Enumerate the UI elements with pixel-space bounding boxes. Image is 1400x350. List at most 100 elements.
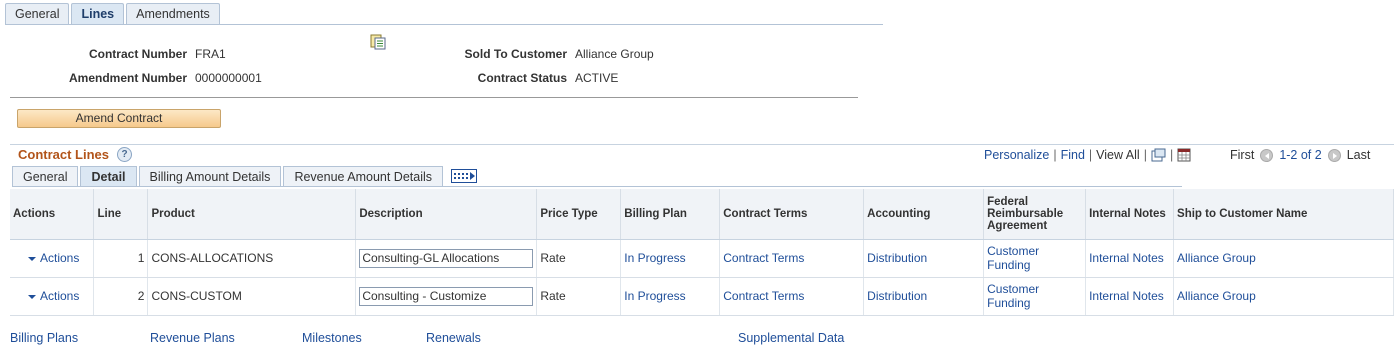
supplemental-data-link[interactable]: Supplemental Data (738, 331, 844, 345)
distribution-link[interactable]: Distribution (867, 289, 927, 303)
amendment-number-value: 0000000001 (195, 71, 262, 85)
customer-funding-link[interactable]: Customer Funding (987, 244, 1039, 272)
sold-to-value: Alliance Group (575, 47, 654, 61)
billing-plan-cell: In Progress (620, 239, 721, 278)
billing-plan-link[interactable]: In Progress (624, 289, 685, 303)
internal-notes-cell: Internal Notes (1085, 277, 1175, 316)
milestones-link[interactable]: Milestones (302, 331, 362, 345)
view-all-link[interactable]: View All (1096, 148, 1140, 162)
billing-plan-link[interactable]: In Progress (624, 251, 685, 265)
contract-terms-cell: Contract Terms (719, 277, 865, 316)
actions-label[interactable]: Actions (40, 289, 79, 303)
grid-header-row: Actions Line Product Description Price T… (10, 189, 1394, 240)
contract-status-label: Contract Status (477, 71, 567, 85)
contract-terms-link[interactable]: Contract Terms (723, 289, 804, 303)
grid-tab-underline (12, 186, 1182, 187)
chevron-down-icon (28, 256, 36, 261)
accounting-cell: Distribution (863, 277, 985, 316)
product-cell: CONS-CUSTOM (147, 277, 357, 316)
grid-tab-billing-amount[interactable]: Billing Amount Details (138, 166, 282, 187)
description-cell (355, 277, 538, 316)
customer-funding-link[interactable]: Customer Funding (987, 282, 1039, 310)
renewals-link[interactable]: Renewals (426, 331, 481, 345)
ship-to-link[interactable]: Alliance Group (1177, 251, 1256, 265)
nav-separator: | (1169, 148, 1174, 162)
grid-tab-general[interactable]: General (12, 166, 79, 187)
internal-notes-cell: Internal Notes (1085, 239, 1175, 278)
internal-notes-link[interactable]: Internal Notes (1089, 251, 1164, 265)
amendment-number-label: Amendment Number (68, 71, 187, 85)
tab-lines[interactable]: Lines (71, 3, 125, 24)
nav-separator: | (1088, 148, 1093, 162)
grid-tab-revenue-amount[interactable]: Revenue Amount Details (283, 166, 444, 187)
revenue-plans-link[interactable]: Revenue Plans (150, 331, 235, 345)
col-billing-plan: Billing Plan (620, 189, 721, 240)
grid-tab-bar: General Detail Billing Amount Details Re… (12, 166, 478, 187)
nav-separator: | (1143, 148, 1147, 162)
grid-title: Contract Lines (18, 147, 110, 162)
federal-cell: Customer Funding (983, 239, 1087, 278)
header-divider (10, 97, 858, 98)
billing-plans-link[interactable]: Billing Plans (10, 331, 78, 345)
chevron-down-icon (28, 294, 36, 299)
tab-underline (5, 24, 883, 25)
contract-number-label: Contract Number (88, 47, 187, 61)
col-product: Product (147, 189, 357, 240)
col-accounting: Accounting (863, 189, 985, 240)
last-label[interactable]: Last (1347, 148, 1371, 162)
tab-general[interactable]: General (5, 3, 70, 24)
contract-number-value: FRA1 (195, 47, 226, 61)
table-row: Actions 2 CONS-CUSTOM Rate In Progress C… (10, 277, 1394, 316)
show-all-columns-icon[interactable] (451, 169, 478, 183)
help-icon[interactable]: ? (117, 147, 132, 162)
price-type-cell: Rate (536, 239, 622, 278)
amend-contract-button[interactable]: Amend Contract (17, 109, 221, 128)
grid-pager: First 1-2 of 2 Last (1230, 148, 1370, 162)
description-input[interactable] (359, 286, 534, 306)
ship-to-link[interactable]: Alliance Group (1177, 289, 1256, 303)
description-input[interactable] (359, 248, 534, 268)
find-link[interactable]: Find (1061, 148, 1085, 162)
grid-nav-links: Personalize | Find | View All | | (984, 148, 1192, 162)
federal-cell: Customer Funding (983, 277, 1087, 316)
ship-to-cell: Alliance Group (1173, 239, 1394, 278)
price-type-cell: Rate (536, 277, 622, 316)
actions-menu[interactable]: Actions (10, 277, 95, 316)
col-ship-to: Ship to Customer Name (1173, 189, 1394, 240)
contract-lines-grid: Actions Line Product Description Price T… (10, 189, 1394, 316)
col-internal-notes: Internal Notes (1085, 189, 1175, 240)
row-range: 1-2 of 2 (1279, 148, 1322, 162)
contract-status-value: ACTIVE (575, 71, 619, 85)
sold-to-label: Sold To Customer (464, 47, 567, 61)
line-cell: 2 (93, 277, 149, 316)
internal-notes-link[interactable]: Internal Notes (1089, 289, 1164, 303)
download-excel-icon[interactable] (1177, 148, 1192, 162)
billing-plan-cell: In Progress (620, 277, 721, 316)
nav-separator: | (1053, 148, 1057, 162)
line-cell: 1 (93, 239, 149, 278)
contract-terms-link[interactable]: Contract Terms (723, 251, 804, 265)
product-cell: CONS-ALLOCATIONS (147, 239, 357, 278)
first-label[interactable]: First (1230, 148, 1254, 162)
col-price-type: Price Type (536, 189, 622, 240)
col-federal-reimbursable: Federal Reimbursable Agreement (983, 189, 1087, 240)
actions-label[interactable]: Actions (40, 251, 79, 265)
distribution-link[interactable]: Distribution (867, 251, 927, 265)
grid-tab-detail[interactable]: Detail (80, 166, 137, 187)
contract-terms-cell: Contract Terms (719, 239, 865, 278)
accounting-cell: Distribution (863, 239, 985, 278)
personalize-link[interactable]: Personalize (984, 148, 1049, 162)
table-row: Actions 1 CONS-ALLOCATIONS Rate In Progr… (10, 239, 1394, 278)
tab-amendments[interactable]: Amendments (126, 3, 220, 24)
new-window-icon[interactable] (1151, 148, 1166, 162)
actions-menu[interactable]: Actions (10, 239, 95, 278)
report-icon[interactable] (370, 34, 386, 50)
next-icon[interactable] (1327, 148, 1341, 162)
description-cell (355, 239, 538, 278)
col-actions: Actions (10, 189, 95, 240)
top-tab-bar: General Lines Amendments (5, 3, 220, 24)
col-contract-terms: Contract Terms (719, 189, 865, 240)
previous-icon[interactable] (1260, 148, 1274, 162)
col-description: Description (355, 189, 538, 240)
col-line: Line (93, 189, 149, 240)
